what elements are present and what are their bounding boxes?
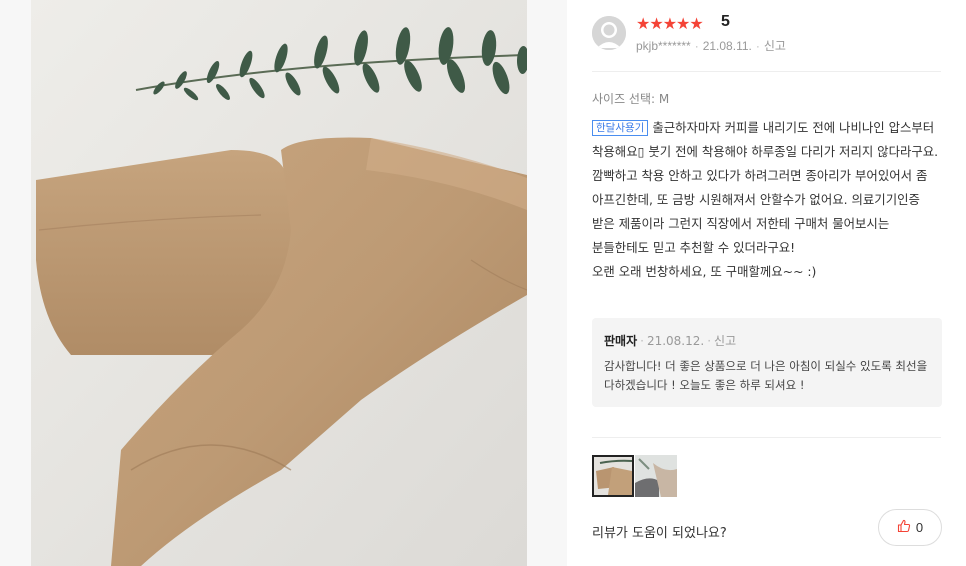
review-tag: 한달사용기 — [592, 120, 649, 136]
review-date: 21.08.11. — [702, 39, 752, 53]
seller-reply-header: 판매자 · 21.08.12. · 신고 — [604, 332, 930, 349]
review-text-closing: 오랜 오래 번창하세요, 또 구매할께요~~ :) — [592, 264, 817, 279]
review-photo — [31, 0, 527, 566]
seller-reply-text: 감사합니다! 더 좋은 상품으로 더 나은 아침이 되실수 있도록 최선을 다하… — [604, 359, 928, 392]
seller-name: 판매자 — [604, 334, 638, 348]
thumbs-up-icon — [897, 518, 911, 537]
meta-separator: · — [694, 39, 699, 53]
review-meta: pkjb******* · 21.08.11. · 신고 — [636, 37, 786, 54]
review-panel: ★★★★★ 5 pkjb******* · 21.08.11. · 신고 사이즈 선택:… — [592, 0, 942, 566]
review-body: 한달사용기 출근하자마자 커피를 내리기도 전에 나비나인 압스부터 착용해요▯ … — [592, 116, 942, 284]
photo-thumbnail-1[interactable] — [592, 455, 634, 497]
seller-reply: 판매자 · 21.08.12. · 신고 감사합니다! 더 좋은 상품으로 더 나은 아… — [592, 318, 942, 407]
divider — [592, 71, 941, 72]
like-button[interactable]: 0 — [878, 509, 942, 546]
rating-value: 5 — [721, 13, 730, 30]
photo-thumbnail-2[interactable] — [635, 455, 677, 497]
selected-option: 사이즈 선택: M — [592, 92, 670, 106]
seller-reply-date: 21.08.12. — [646, 334, 705, 348]
meta-separator: · — [755, 39, 760, 53]
user-avatar-icon — [592, 16, 626, 50]
rating-stars: ★★★★★ — [636, 14, 704, 33]
like-count: 0 — [915, 520, 924, 535]
report-link[interactable]: 신고 — [764, 39, 786, 53]
meta-separator: · — [707, 334, 712, 348]
meta-separator: · — [640, 334, 644, 348]
divider — [592, 437, 941, 438]
review-text: 출근하자마자 커피를 내리기도 전에 나비나인 압스부터 착용해요▯ 붓기 전에… — [592, 120, 939, 255]
seller-report-link[interactable]: 신고 — [714, 334, 736, 348]
reviewer-username: pkjb******* — [636, 39, 691, 53]
helpful-question: 리뷰가 도움이 되었나요? — [592, 526, 727, 541]
